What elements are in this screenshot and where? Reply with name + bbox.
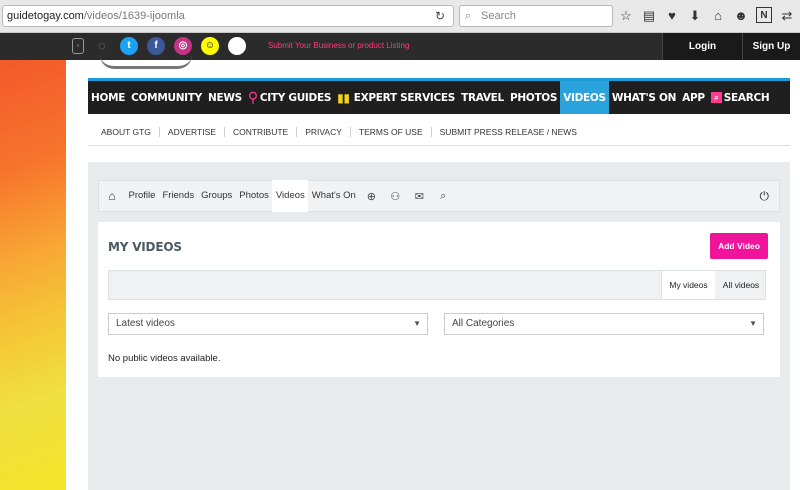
star-icon[interactable]: ☆	[618, 7, 634, 25]
home-icon[interactable]: ⌂	[710, 7, 726, 25]
extension-icon[interactable]: ⇄	[779, 7, 795, 25]
download-icon[interactable]: ⬇	[687, 7, 703, 25]
url-domain: guidetogay.com	[7, 10, 84, 22]
subnav-submit-press[interactable]: SUBMIT PRESS RELEASE / NEWS	[432, 127, 585, 137]
tab-whats-on[interactable]: What's On	[308, 180, 359, 212]
twitter-icon[interactable]: t	[120, 37, 138, 55]
address-bar[interactable]: guidetogay.com/videos/1639-ijoomla ↻	[2, 5, 454, 27]
search-icon: ⌕	[710, 92, 722, 103]
pocket-icon[interactable]: ♥	[664, 7, 680, 25]
search-icon[interactable]: ⌕	[431, 190, 455, 203]
nav-home[interactable]: HOME	[88, 81, 128, 114]
phone-icon[interactable]: ▫	[72, 38, 84, 54]
sort-select[interactable]: Latest videos ▼	[108, 313, 428, 335]
category-select[interactable]: All Categories ▼	[444, 313, 764, 335]
nav-news[interactable]: NEWS	[205, 81, 245, 114]
home-icon[interactable]: ⌂	[99, 189, 125, 203]
empty-state-message: No public videos available.	[108, 353, 221, 364]
subnav-advertise[interactable]: ADVERTISE	[160, 126, 225, 137]
search-icon: ⌕	[465, 10, 472, 22]
signup-button[interactable]: Sign Up	[742, 33, 800, 60]
nav-whats-on[interactable]: WHAT'S ON	[609, 81, 679, 114]
tab-groups[interactable]: Groups	[198, 180, 236, 212]
social-icons: ▫ ◌ t f ◎ ☺	[72, 37, 246, 55]
android-icon[interactable]: ◌	[93, 37, 111, 55]
browser-search-input[interactable]: ⌕ Search	[459, 5, 613, 27]
nav-search[interactable]: ⌕ SEARCH	[708, 81, 773, 114]
facebook-icon[interactable]: f	[147, 37, 165, 55]
tab-profile[interactable]: Profile	[125, 180, 159, 212]
nav-photos[interactable]: PHOTOS	[507, 81, 560, 114]
nav-community[interactable]: COMMUNITY	[128, 81, 205, 114]
page-title: MY VIDEOS	[108, 240, 182, 254]
nav-app[interactable]: APP	[679, 81, 708, 114]
category-value: All Categories	[452, 318, 515, 329]
users-icon[interactable]: ⚇	[383, 190, 407, 203]
globe-icon[interactable]: ⊕	[359, 190, 383, 203]
secondary-nav: ABOUT GTG ADVERTISE CONTRIBUTE PRIVACY T…	[88, 118, 790, 146]
book-icon: ▮▮	[337, 90, 350, 105]
nav-travel[interactable]: TRAVEL	[458, 81, 507, 114]
browser-toolbar: guidetogay.com/videos/1639-ijoomla ↻ ⌕ S…	[0, 0, 800, 33]
nav-city-guides[interactable]: ⚲ CITY GUIDES	[245, 81, 334, 114]
nav-expert-services-label: EXPERT SERVICES	[353, 91, 456, 104]
videos-panel: MY VIDEOS Add Video My videos All videos…	[98, 222, 780, 377]
mail-icon[interactable]: ✉	[407, 190, 431, 203]
search-placeholder: Search	[481, 10, 516, 22]
award-badge-icon[interactable]	[228, 37, 246, 55]
map-pin-icon: ⚲	[247, 89, 258, 106]
tab-friends[interactable]: Friends	[159, 180, 198, 212]
tab-photos[interactable]: Photos	[236, 180, 273, 212]
tab-videos[interactable]: Videos	[272, 180, 309, 212]
subnav-contribute[interactable]: CONTRIBUTE	[225, 126, 298, 137]
logo-fragment[interactable]	[100, 55, 192, 69]
url-path: /videos/1639-ijoomla	[83, 10, 185, 22]
chevron-down-icon: ▼	[749, 319, 757, 328]
n-extension-icon[interactable]: N	[756, 7, 772, 23]
login-button[interactable]: Login	[662, 33, 742, 60]
sort-value: Latest videos	[116, 318, 175, 329]
nav-videos[interactable]: VIDEOS	[560, 81, 609, 114]
community-toolbar: ⌂ Profile Friends Groups Photos Videos W…	[98, 180, 780, 212]
add-video-button[interactable]: Add Video	[710, 233, 768, 259]
reload-icon[interactable]: ↻	[435, 6, 445, 26]
submit-listing-link[interactable]: Submit Your Business or product Listing	[268, 41, 409, 50]
power-icon[interactable]: ⏻	[760, 189, 770, 204]
tab-all-videos[interactable]: All videos	[716, 271, 766, 299]
main-nav: HOME COMMUNITY NEWS ⚲ CITY GUIDES ▮▮ EXPER…	[88, 78, 790, 114]
reading-list-icon[interactable]: ▤	[641, 7, 657, 25]
nav-expert-services[interactable]: ▮▮ EXPERT SERVICES	[334, 81, 458, 114]
side-decorative-art	[0, 60, 66, 490]
chat-icon[interactable]: ☻	[733, 7, 749, 25]
tab-my-videos[interactable]: My videos	[661, 271, 715, 299]
browser-icon-tray: ☆ ▤ ♥ ⬇ ⌂ ☻ N ⇄	[618, 7, 795, 25]
video-filter-tabs: My videos All videos	[108, 270, 766, 300]
subnav-privacy[interactable]: PRIVACY	[297, 126, 351, 137]
subnav-about[interactable]: ABOUT GTG	[100, 126, 160, 137]
snapchat-icon[interactable]: ☺	[201, 37, 219, 55]
nav-search-label: SEARCH	[723, 91, 770, 104]
instagram-icon[interactable]: ◎	[174, 37, 192, 55]
subnav-terms[interactable]: TERMS OF USE	[351, 126, 432, 137]
nav-city-guides-label: CITY GUIDES	[259, 91, 332, 104]
chevron-down-icon: ▼	[413, 319, 421, 328]
